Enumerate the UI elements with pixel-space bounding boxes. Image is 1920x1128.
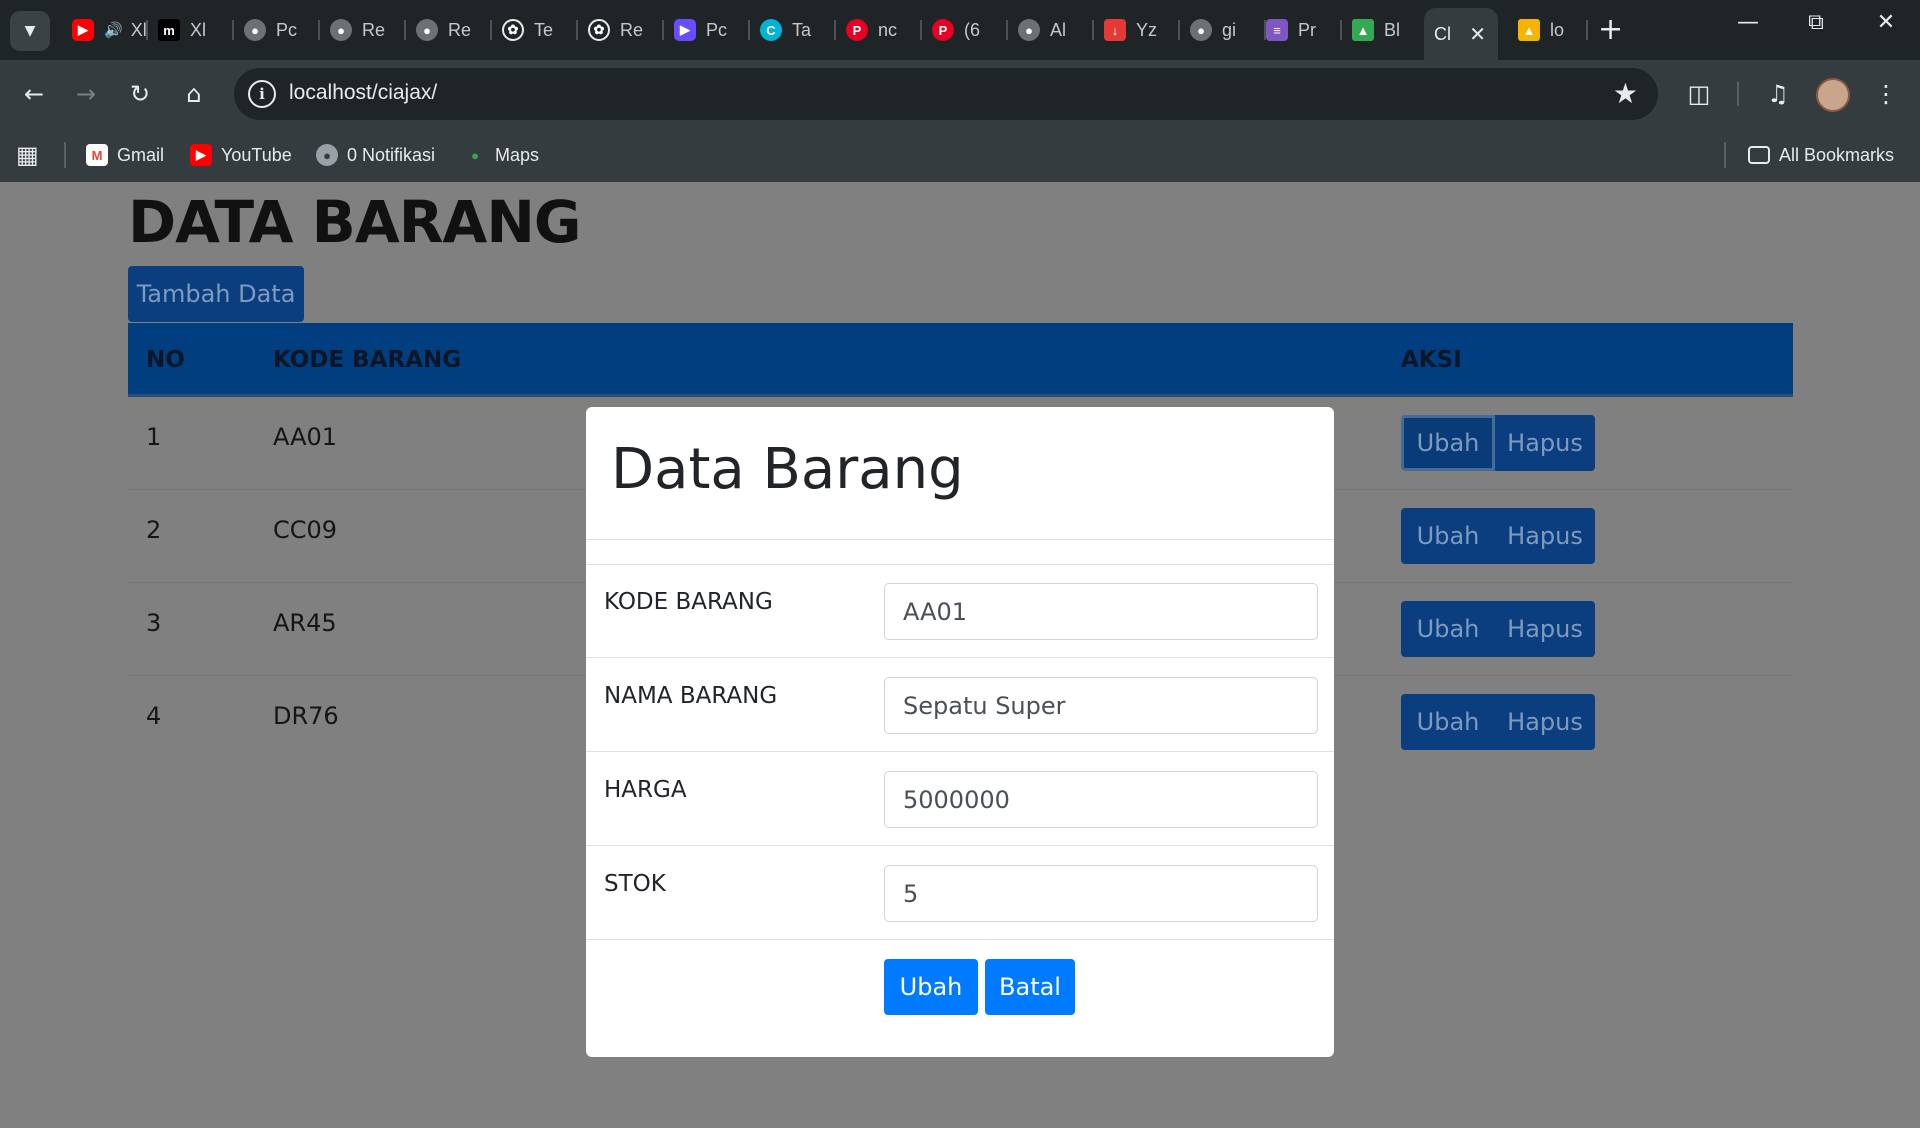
youtube-icon: ▶ xyxy=(190,144,212,166)
bookmark-gmail[interactable]: M Gmail xyxy=(86,140,164,170)
bookmark-notifikasi[interactable]: ● 0 Notifikasi xyxy=(316,140,435,170)
gmail-icon: M xyxy=(86,144,108,166)
globe-icon: ● xyxy=(316,144,338,166)
chevron-down-icon: ▼ xyxy=(24,23,36,39)
browser-tab-active[interactable]: Cl ✕ xyxy=(1424,8,1498,60)
openai-icon: ✿ xyxy=(588,19,610,41)
globe-icon: ● xyxy=(416,19,438,41)
browser-tab[interactable]: ↓ Yz xyxy=(1094,8,1180,52)
browser-tab[interactable]: ✿ Te xyxy=(492,8,578,52)
pinterest-icon: P xyxy=(846,19,868,41)
bookmark-youtube[interactable]: ▶ YouTube xyxy=(190,140,292,170)
browser-tab[interactable]: ● Re xyxy=(320,8,406,52)
globe-icon: ● xyxy=(330,19,352,41)
column-header-aksi: AKSI xyxy=(1401,347,1462,373)
restore-icon[interactable]: ⧉ xyxy=(1796,10,1836,35)
harga-input[interactable] xyxy=(884,771,1318,828)
video-icon: ▶ xyxy=(674,19,696,41)
column-header-kode: KODE BARANG xyxy=(273,347,462,373)
edit-modal: Data Barang KODE BARANG NAMA BARANG HARG… xyxy=(586,407,1334,1057)
bookmark-maps[interactable]: ● Maps xyxy=(464,140,539,170)
delete-button[interactable]: Hapus xyxy=(1495,415,1595,471)
menu-kebab-icon[interactable]: ⋮ xyxy=(1868,76,1904,112)
delete-button[interactable]: Hapus xyxy=(1495,601,1595,657)
browser-tab[interactable]: ▲ Bl xyxy=(1342,8,1428,52)
globe-icon: ● xyxy=(1190,19,1212,41)
tab-strip: ▼ ▶ 🔊 Xl m Xl ● Pc ● Re ● Re ✿ Te ✿ Re ▶… xyxy=(0,0,1920,60)
youtube-icon: ▶ xyxy=(72,19,94,41)
new-tab-button[interactable]: + xyxy=(1598,14,1623,46)
minimize-icon[interactable]: — xyxy=(1728,10,1768,35)
delete-button[interactable]: Hapus xyxy=(1495,508,1595,564)
profile-avatar[interactable] xyxy=(1816,78,1850,112)
drive-icon: ▲ xyxy=(1352,19,1374,41)
edit-button[interactable]: Ubah xyxy=(1401,601,1495,657)
nama-barang-input[interactable] xyxy=(884,677,1318,734)
browser-toolbar: ← → ↻ ⌂ i localhost/ciajax/ ★ ◫ ♫ ⋮ xyxy=(0,60,1920,128)
browser-tab[interactable]: ▶ 🔊 Xl xyxy=(62,8,148,52)
edit-button[interactable]: Ubah xyxy=(1401,415,1495,471)
address-url[interactable]: localhost/ciajax/ xyxy=(289,81,437,105)
browser-tab[interactable]: ≡ Pr xyxy=(1256,8,1342,52)
stok-label: STOK xyxy=(604,871,666,897)
browser-tab[interactable]: C Ta xyxy=(750,8,836,52)
browser-tab[interactable]: P (6 xyxy=(922,8,1008,52)
extensions-icon[interactable]: ◫ xyxy=(1681,76,1717,112)
home-icon[interactable]: ⌂ xyxy=(176,76,212,112)
edit-button[interactable]: Ubah xyxy=(1401,694,1495,750)
browser-tab[interactable]: ● Al xyxy=(1008,8,1094,52)
browser-tab[interactable]: m Xl xyxy=(148,8,234,52)
browser-tab[interactable]: ● Pc xyxy=(234,8,320,52)
site-info-icon[interactable]: i xyxy=(248,80,276,108)
reload-icon[interactable]: ↻ xyxy=(122,76,158,112)
address-bar[interactable]: i localhost/ciajax/ ★ xyxy=(234,68,1658,120)
openai-icon: ✿ xyxy=(502,19,524,41)
apps-grid-icon[interactable]: ▦ xyxy=(16,140,39,170)
list-icon: ≡ xyxy=(1266,19,1288,41)
tab-search-button[interactable]: ▼ xyxy=(10,11,50,51)
edit-button[interactable]: Ubah xyxy=(1401,508,1495,564)
back-icon[interactable]: ← xyxy=(16,76,52,112)
kode-barang-label: KODE BARANG xyxy=(604,589,773,615)
folder-icon xyxy=(1748,146,1770,164)
pinterest-icon: P xyxy=(932,19,954,41)
browser-tab[interactable]: ▲ lo xyxy=(1508,8,1588,52)
browser-tab[interactable]: ✿ Re xyxy=(578,8,664,52)
m-logo-icon: m xyxy=(158,19,180,41)
bookmark-star-icon[interactable]: ★ xyxy=(1613,77,1638,110)
column-header-no: NO xyxy=(146,347,185,373)
harga-label: HARGA xyxy=(604,777,687,803)
modal-title: Data Barang xyxy=(611,437,964,502)
media-control-icon[interactable]: ♫ xyxy=(1760,76,1796,112)
delete-button[interactable]: Hapus xyxy=(1495,694,1595,750)
close-tab-icon[interactable]: ✕ xyxy=(1469,22,1486,47)
globe-icon: ● xyxy=(244,19,266,41)
speaker-icon: 🔊 xyxy=(104,22,123,39)
browser-tab[interactable]: ▶ Pc xyxy=(664,8,750,52)
stok-input[interactable] xyxy=(884,865,1318,922)
add-data-button[interactable]: Tambah Data xyxy=(128,266,304,322)
browser-tab[interactable]: P nc xyxy=(836,8,922,52)
table-header: NO KODE BARANG AKSI xyxy=(128,323,1793,397)
cancel-button[interactable]: Batal xyxy=(985,959,1075,1015)
sitemap-icon: ▲ xyxy=(1518,19,1540,41)
bookmarks-bar: ▦ M Gmail ▶ YouTube ● 0 Notifikasi ● Map… xyxy=(0,128,1920,182)
maps-pin-icon: ● xyxy=(471,147,479,163)
kode-barang-input[interactable] xyxy=(884,583,1318,640)
close-window-icon[interactable]: ✕ xyxy=(1866,10,1906,35)
submit-update-button[interactable]: Ubah xyxy=(884,959,978,1015)
browser-tab[interactable]: ● Re xyxy=(406,8,492,52)
download-icon: ↓ xyxy=(1104,19,1126,41)
all-bookmarks[interactable]: All Bookmarks xyxy=(1748,140,1894,170)
globe-icon: ● xyxy=(1018,19,1040,41)
nama-barang-label: NAMA BARANG xyxy=(604,683,778,709)
page-content: DATA BARANG Tambah Data NO KODE BARANG A… xyxy=(0,182,1920,1128)
forward-icon[interactable]: → xyxy=(68,76,104,112)
canva-icon: C xyxy=(760,19,782,41)
browser-tab[interactable]: ● gi xyxy=(1180,8,1266,52)
page-title: DATA BARANG xyxy=(128,188,581,256)
